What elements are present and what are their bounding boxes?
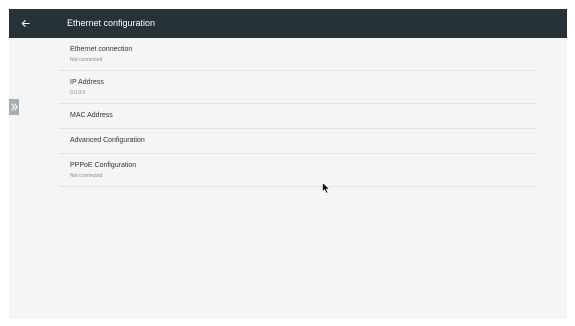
page-title: Ethernet configuration — [67, 18, 156, 28]
mouse-pointer-icon — [322, 182, 330, 194]
back-button[interactable] — [15, 13, 35, 33]
advanced-configuration-item[interactable]: Advanced Configuration — [59, 129, 536, 154]
mac-address-item[interactable]: MAC Address — [59, 104, 536, 129]
double-chevron-right-icon — [10, 103, 18, 111]
item-title: IP Address — [70, 79, 104, 86]
arrow-left-icon — [21, 19, 30, 27]
item-title: PPPoE Configuration — [70, 162, 137, 169]
item-title: Ethernet connection — [70, 46, 133, 53]
side-panel-handle[interactable] — [9, 99, 19, 115]
item-summary: Not connected — [70, 57, 103, 63]
settings-list: Ethernet connection Not connected IP Add… — [59, 38, 536, 187]
settings-screen: Ethernet configuration Ethernet connecti… — [9, 9, 567, 319]
item-title: MAC Address — [70, 112, 113, 119]
item-summary: Not connected — [70, 173, 103, 179]
ethernet-connection-item[interactable]: Ethernet connection Not connected — [59, 38, 536, 71]
item-summary: 0.0.0.0 — [70, 90, 86, 96]
pppoe-configuration-item[interactable]: PPPoE Configuration Not connected — [59, 154, 536, 187]
app-bar: Ethernet configuration — [9, 9, 567, 38]
item-title: Advanced Configuration — [70, 137, 145, 144]
ip-address-item[interactable]: IP Address 0.0.0.0 — [59, 71, 536, 104]
